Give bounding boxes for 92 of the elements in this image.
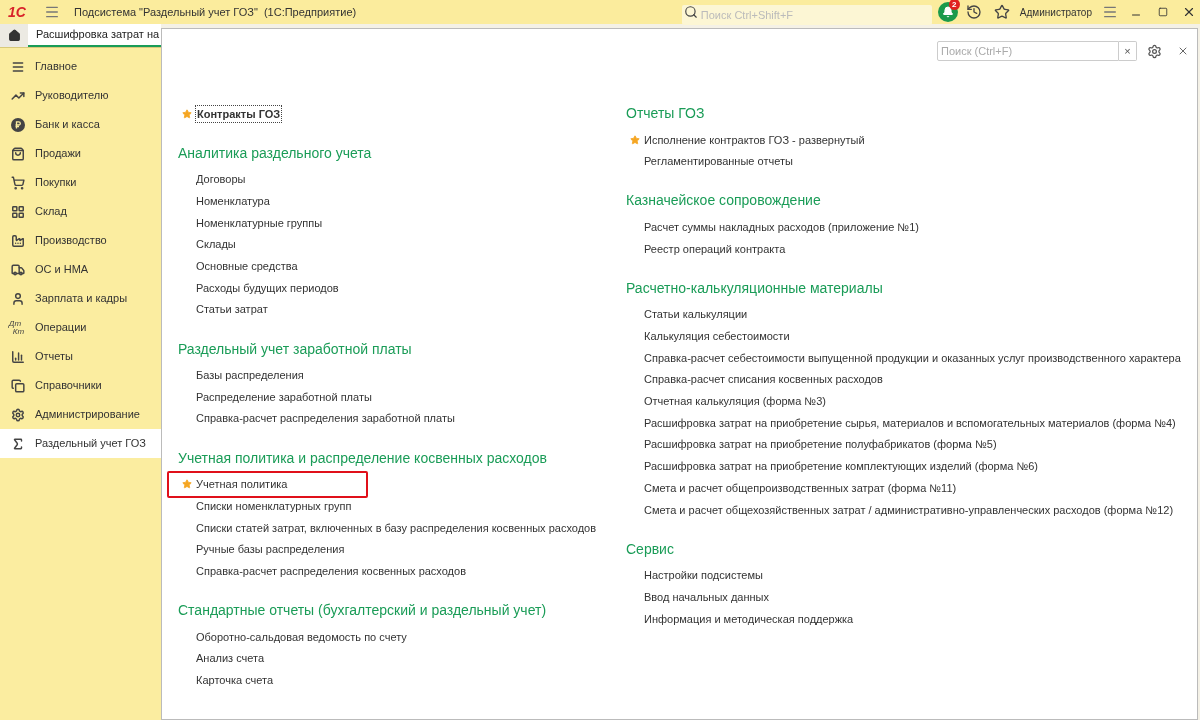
user-name[interactable]: Администратор	[1019, 4, 1092, 20]
sidebar-item[interactable]: Банк и касса	[0, 110, 161, 139]
menu-link[interactable]: Номенклатура	[196, 192, 270, 210]
menu-link[interactable]: Справка-расчет себестоимости выпущенной продукции и оказанных услуг производственного характера	[644, 349, 1181, 367]
menu-link[interactable]: Ввод начальных данных	[644, 588, 769, 606]
bar-chart-icon	[11, 349, 25, 364]
sidebar-item[interactable]: ОС и НМА	[0, 255, 161, 284]
section-heading: Расчетно-калькуляционные материалы	[626, 278, 884, 298]
menu-link[interactable]: Настройки подсистемы	[644, 567, 763, 584]
menu-icon[interactable]	[44, 4, 60, 20]
menu-link[interactable]: Оборотно-сальдовая ведомость по счету	[196, 628, 407, 646]
sidebar-item[interactable]: Покупки	[0, 168, 161, 197]
ruble-coin-icon	[11, 117, 25, 132]
sidebar-item[interactable]: Администрирование	[0, 400, 161, 429]
close-icon[interactable]	[1177, 45, 1189, 57]
menu-link[interactable]: Смета и расчет общепроизводственных затрат (форма №11)	[644, 479, 957, 497]
menu-link[interactable]: Ручные базы распределения	[196, 541, 345, 558]
factory-icon	[11, 233, 25, 248]
menu-link[interactable]: Номенклатурные группы	[196, 214, 323, 232]
tab[interactable]: Расшифровка затрат на	[28, 24, 161, 47]
menu-link[interactable]: Распределение заработной платы	[196, 388, 372, 406]
menu-link[interactable]: Списки статей затрат, включенных в базу распределения косвенных расходов	[196, 519, 597, 537]
sidebar-item[interactable]: Главное	[0, 52, 161, 81]
menu-link[interactable]: Расшифровка затрат на приобретение полуфабрикатов (форма №5)	[644, 436, 997, 453]
section-heading: Аналитика раздельного учета	[178, 143, 373, 163]
sidebar-item[interactable]: Продажи	[0, 139, 161, 168]
home-icon	[7, 29, 21, 42]
menu-link[interactable]: Склады	[196, 236, 236, 253]
history-icon[interactable]	[965, 4, 982, 20]
menu-link[interactable]: Расчет суммы накладных расходов (приложение №1)	[644, 218, 919, 236]
menu-link[interactable]: Статьи калькуляции	[644, 306, 748, 323]
menu-link[interactable]: Справка-расчет списания косвенных расходов	[644, 371, 883, 388]
star-icon[interactable]	[993, 4, 1010, 20]
menu-link[interactable]: Расшифровка затрат на приобретение комплектующих изделий (форма №6)	[644, 458, 1038, 475]
sidebar-item[interactable]: Отчеты	[0, 342, 161, 371]
books-icon	[11, 378, 25, 393]
section-heading: Раздельный учет заработной платы	[178, 339, 413, 359]
menu-link[interactable]: Контракты ГОЗ	[196, 105, 282, 123]
truck-icon	[11, 262, 25, 277]
sidebar-item[interactable]: Руководителю	[0, 81, 161, 110]
menu-icon[interactable]	[1102, 4, 1118, 20]
menu-link[interactable]: Основные средства	[196, 258, 298, 275]
bag-icon	[11, 146, 25, 161]
menu-link[interactable]: Статьи затрат	[196, 301, 268, 318]
home-button[interactable]	[0, 24, 28, 47]
grid-icon	[11, 204, 25, 219]
person-icon	[11, 291, 25, 306]
menu-link[interactable]: Информация и методическая поддержка	[644, 610, 854, 628]
sigma-icon	[11, 436, 25, 451]
notification-count: 2	[948, 0, 960, 10]
maximize-icon[interactable]	[1158, 7, 1168, 17]
section-heading: Учетная политика и распределение косвенных расходов	[178, 448, 548, 468]
sidebar-item[interactable]: Справочники	[0, 371, 161, 400]
section-heading: Сервис	[626, 539, 675, 559]
section-heading: Отчеты ГОЗ	[626, 104, 706, 123]
menu-link[interactable]: Справка-расчет распределения косвенных расходов	[196, 562, 466, 580]
debit-credit-icon: Дт Кт	[8, 319, 25, 336]
close-icon[interactable]	[1182, 5, 1196, 19]
menu-link[interactable]: Договоры	[196, 171, 246, 188]
sidebar-item[interactable]: Производство	[0, 226, 161, 255]
logo: 1С	[8, 2, 27, 22]
section-heading: Казначейское сопровождение	[626, 191, 822, 211]
menu-link[interactable]: Отчетная калькуляция (форма №3)	[644, 393, 826, 410]
clear-button[interactable]: ×	[1119, 41, 1137, 61]
menu-link[interactable]: Базы распределения	[196, 367, 304, 384]
global-search-field[interactable]: Поиск Ctrl+Shift+F	[681, 5, 932, 25]
menu-link[interactable]: Учетная политика	[196, 476, 288, 493]
menu-link[interactable]: Расшифровка затрат на приобретение сырья, материалов и вспомогательных материалов (форма №4)	[644, 414, 1176, 432]
menu-link[interactable]: Исполнение контрактов ГОЗ - развернутый	[644, 131, 865, 149]
sidebar-item[interactable]: Склад	[0, 197, 161, 226]
section-heading: Стандартные отчеты (бухгалтерский и раздельный учет)	[178, 601, 548, 620]
menu-link[interactable]: Анализ счета	[196, 650, 265, 667]
search-field[interactable]: Поиск (Ctrl+F)	[937, 41, 1119, 61]
menu-link[interactable]: Реестр операций контракта	[644, 240, 786, 258]
menu-link[interactable]: Смета и расчет общехозяйственных затрат / административно-управленческих расходов (форма №12)	[644, 501, 1174, 519]
menu-link[interactable]: Карточка счета	[196, 671, 274, 689]
menu-link[interactable]: Расходы будущих периодов	[196, 279, 339, 297]
bell-icon	[941, 6, 954, 18]
sidebar-item[interactable]: Дт Кт Операции	[0, 313, 161, 342]
list-icon	[11, 59, 25, 74]
cart-icon	[11, 175, 25, 190]
menu-link[interactable]: Регламентированные отчеты	[644, 153, 793, 170]
sidebar-item[interactable]: Раздельный учет ГОЗ	[0, 429, 161, 458]
menu-link[interactable]: Справка-расчет распределения заработной платы	[196, 410, 455, 427]
settings-icon[interactable]	[1147, 43, 1162, 59]
sidebar-item[interactable]: Зарплата и кадры	[0, 284, 161, 313]
search-icon	[683, 5, 698, 19]
gear-icon	[11, 407, 25, 422]
window-title: Подсистема "Раздельный учет ГОЗ" (1С:Предприятие)	[74, 4, 357, 20]
menu-link[interactable]: Калькуляция себестоимости	[644, 328, 790, 345]
menu-link[interactable]: Списки номенклатурных групп	[196, 497, 352, 515]
notification-button[interactable]	[937, 2, 958, 22]
